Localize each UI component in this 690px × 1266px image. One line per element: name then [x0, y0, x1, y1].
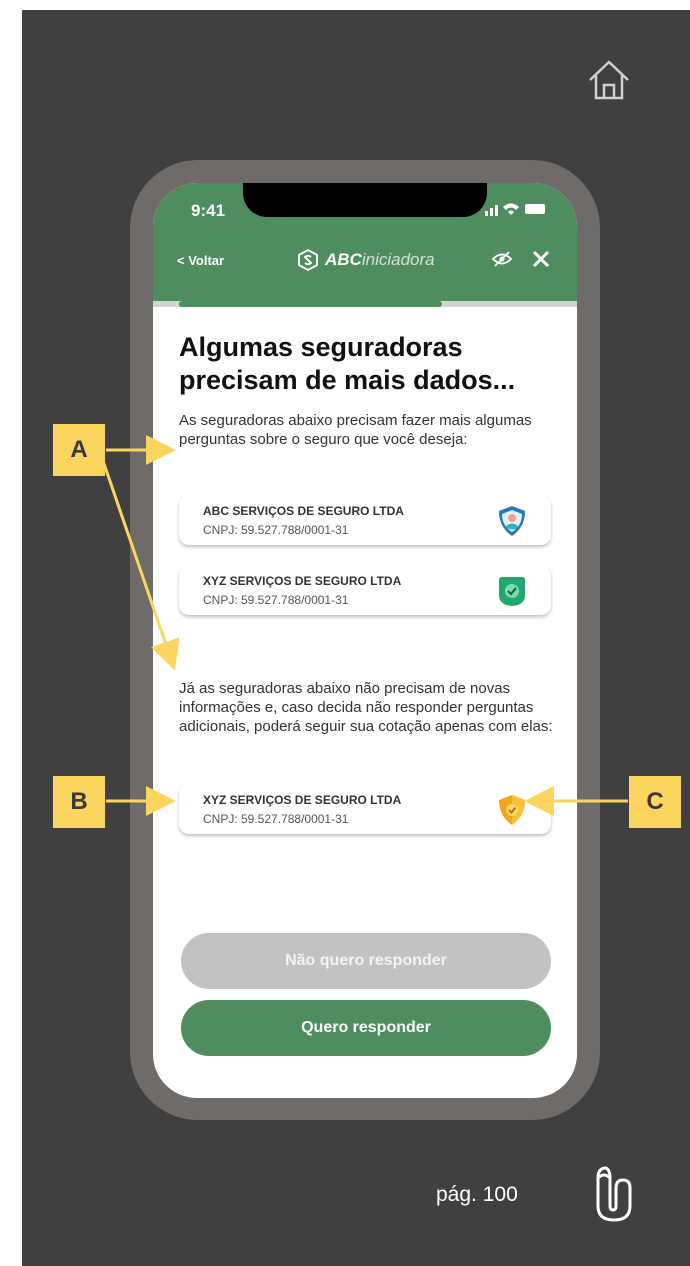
- insurer-card[interactable]: ABC SERVIÇOS DE SEGURO LTDA CNPJ: 59.527…: [179, 495, 551, 545]
- insurer-card[interactable]: XYZ SERVIÇOS DE SEGURO LTDA CNPJ: 59.527…: [179, 784, 551, 834]
- insurer-cnpj: CNPJ: 59.527.788/0001-31: [203, 812, 349, 826]
- progress-bar: [179, 301, 442, 307]
- page-number: pág. 100: [436, 1183, 518, 1206]
- close-icon[interactable]: [531, 249, 551, 269]
- insurer-cnpj: CNPJ: 59.527.788/0001-31: [203, 523, 349, 537]
- insurer-name: ABC SERVIÇOS DE SEGURO LTDA: [203, 504, 404, 518]
- progress-track: [153, 301, 577, 307]
- shield-yellow-icon: [499, 795, 525, 825]
- home-icon[interactable]: [586, 58, 632, 102]
- hand-pointer-icon: [596, 1166, 632, 1222]
- shield-blue-icon: [499, 506, 525, 536]
- insurer-cnpj: CNPJ: 59.527.788/0001-31: [203, 593, 349, 607]
- accept-button[interactable]: Quero responder: [181, 1000, 551, 1056]
- back-button[interactable]: < Voltar: [177, 253, 224, 268]
- insurer-card[interactable]: XYZ SERVIÇOS DE SEGURO LTDA CNPJ: 59.527…: [179, 565, 551, 615]
- annotation-marker-c: C: [629, 776, 681, 828]
- secondary-text: Já as seguradoras abaixo não precisam de…: [179, 680, 553, 735]
- phone-notch: [243, 183, 487, 217]
- brand-s-icon: [298, 249, 318, 271]
- shield-green-icon: [499, 577, 525, 606]
- insurer-name: XYZ SERVIÇOS DE SEGURO LTDA: [203, 793, 402, 807]
- decline-button[interactable]: Não quero responder: [181, 933, 551, 989]
- brand-name-light: iniciadora: [361, 250, 435, 269]
- page-title: Algumas seguradoras precisam de mais dad…: [179, 332, 516, 395]
- insurer-name: XYZ SERVIÇOS DE SEGURO LTDA: [203, 574, 402, 588]
- annotation-marker-b: B: [53, 776, 105, 828]
- eye-off-icon[interactable]: [491, 251, 513, 267]
- brand-logo: ABC iniciadora: [297, 247, 457, 273]
- annotation-marker-a: A: [53, 424, 105, 476]
- status-time: 9:41: [191, 201, 226, 220]
- status-icons: [485, 203, 545, 216]
- intro-text: As seguradoras abaixo precisam fazer mai…: [179, 412, 532, 448]
- phone-screen: 9:41 < Voltar ABC iniciadora Algumas seg…: [153, 183, 577, 1098]
- app-header: 9:41 < Voltar ABC iniciadora: [153, 183, 577, 301]
- brand-name-bold: ABC: [325, 250, 362, 269]
